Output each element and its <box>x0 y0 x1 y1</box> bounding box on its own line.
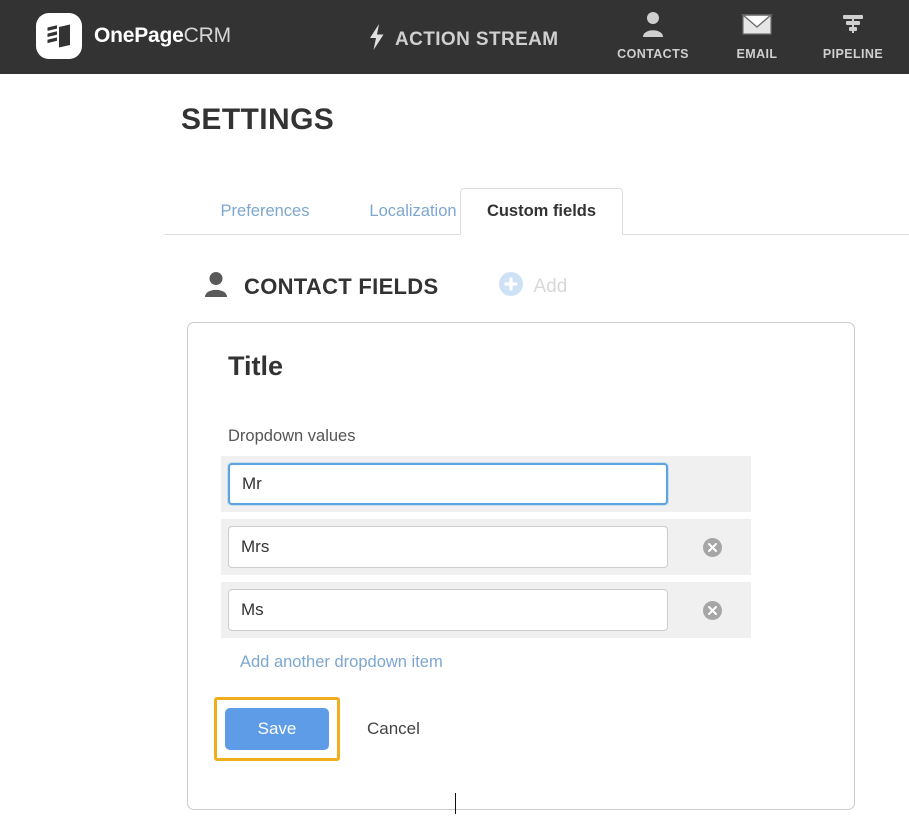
dropdown-row <box>221 519 751 575</box>
save-button-highlight: Save <box>214 697 340 761</box>
envelope-icon <box>741 10 773 43</box>
person-icon <box>640 10 666 43</box>
plus-circle-icon <box>498 271 524 302</box>
nav-label-email: EMAIL <box>736 47 778 61</box>
lightning-bolt-icon <box>368 24 385 55</box>
delete-row-icon[interactable] <box>703 538 722 557</box>
nav-item-pipeline[interactable]: PIPELINE <box>810 10 896 61</box>
settings-tabs: Preferences Localization Custom fields <box>165 188 909 236</box>
nav-label-contacts: CONTACTS <box>617 47 689 61</box>
nav-label-pipeline: PIPELINE <box>822 47 884 61</box>
dropdown-values-label: Dropdown values <box>228 427 356 445</box>
add-field-button[interactable]: Add <box>498 271 567 302</box>
dropdown-value-input-3[interactable] <box>228 589 668 631</box>
section-title: CONTACT FIELDS <box>244 273 439 299</box>
brand-logo[interactable]: OnePageCRM <box>36 13 231 59</box>
funnel-icon <box>839 10 867 43</box>
book-logo-icon <box>36 13 82 59</box>
tab-preferences[interactable]: Preferences <box>183 188 347 235</box>
person-icon <box>203 270 229 303</box>
dropdown-values-list <box>221 456 751 645</box>
add-another-dropdown-item-link[interactable]: Add another dropdown item <box>240 653 443 672</box>
dropdown-row <box>221 456 751 512</box>
tab-custom-fields[interactable]: Custom fields <box>460 188 623 235</box>
card-actions: Save Cancel <box>214 697 420 761</box>
top-navigation-bar: OnePageCRM ACTION STREAM CONTACTS EMAIL … <box>0 0 909 74</box>
contact-fields-section-header: CONTACT FIELDS Add <box>203 270 567 303</box>
delete-row-icon[interactable] <box>703 601 722 620</box>
dropdown-value-input-2[interactable] <box>228 526 668 568</box>
nav-item-email[interactable]: EMAIL <box>718 10 796 61</box>
brand-name-light: CRM <box>183 24 231 47</box>
brand-name: OnePageCRM <box>94 24 231 48</box>
dropdown-value-input-1[interactable] <box>228 463 668 505</box>
dropdown-row <box>221 582 751 638</box>
save-button[interactable]: Save <box>225 708 329 750</box>
nav-item-contacts[interactable]: CONTACTS <box>608 10 698 61</box>
action-stream-label: ACTION STREAM <box>395 28 559 50</box>
add-field-label: Add <box>533 275 568 297</box>
custom-field-card: Title Dropdown values Mr Mrs Ms Add anot… <box>187 322 855 814</box>
cancel-button[interactable]: Cancel <box>367 719 420 739</box>
brand-name-bold: OnePage <box>94 24 184 47</box>
field-title: Title <box>228 351 284 381</box>
action-stream-link[interactable]: ACTION STREAM <box>368 24 559 55</box>
page-title: SETTINGS <box>181 103 335 136</box>
text-cursor <box>455 793 456 814</box>
